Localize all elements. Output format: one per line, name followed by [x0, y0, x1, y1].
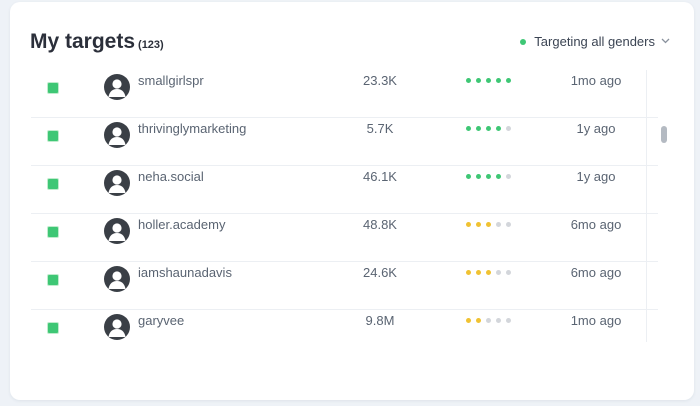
followers-count: 48.8K	[363, 216, 397, 232]
rating-dot	[496, 77, 501, 83]
rating-dot	[466, 269, 471, 275]
rating-dot	[486, 173, 491, 179]
rating-dot	[506, 317, 511, 323]
row-checkbox[interactable]	[47, 226, 59, 238]
scrollbar-thumb[interactable]	[661, 126, 667, 143]
engagement-rating	[466, 110, 516, 146]
username-link[interactable]: neha.social	[138, 158, 204, 194]
followers-count: 24.6K	[363, 264, 397, 280]
rating-dot	[466, 173, 471, 179]
targets-card: My targets (123) Targeting all genders sm…	[10, 2, 694, 400]
filter-status-dot	[520, 38, 527, 45]
row-checkbox[interactable]	[47, 274, 59, 286]
row-checkbox[interactable]	[47, 178, 59, 190]
rating-dot	[506, 269, 511, 275]
targets-count: (123)	[138, 39, 164, 51]
filter-label: Targeting all genders	[534, 34, 655, 49]
followers-count: 46.1K	[363, 168, 397, 184]
avatar	[104, 122, 130, 148]
username-link[interactable]: holler.academy	[138, 206, 225, 242]
user-icon	[108, 271, 126, 289]
username-link[interactable]: smallgirlspr	[138, 70, 204, 98]
rating-dot	[506, 125, 511, 131]
rating-dot	[496, 269, 501, 275]
username-link[interactable]: thrivinglymarketing	[138, 110, 246, 146]
scrollbar-track[interactable]	[646, 70, 659, 342]
rating-dot	[486, 77, 491, 83]
avatar	[104, 170, 130, 196]
rating-dot	[466, 317, 471, 323]
followers-count: 9.8M	[365, 312, 395, 328]
rating-dot	[476, 77, 481, 83]
user-icon	[108, 223, 126, 241]
avatar	[104, 74, 130, 100]
row-checkbox[interactable]	[47, 322, 59, 334]
followers-count: 5.7K	[366, 120, 394, 136]
username-link[interactable]: iamshaunadavis	[138, 254, 232, 290]
last-post-time: 1mo ago	[570, 312, 622, 328]
title-text: My targets	[30, 30, 136, 53]
last-post-time: 1y ago	[576, 168, 616, 184]
rating-dot	[496, 173, 501, 179]
rating-dot	[486, 125, 491, 131]
username-link[interactable]: garyvee	[138, 302, 184, 338]
engagement-rating	[466, 254, 516, 290]
engagement-rating	[466, 70, 516, 98]
rating-dot	[486, 317, 491, 323]
rating-dot	[476, 317, 481, 323]
engagement-rating	[466, 302, 516, 338]
avatar	[104, 314, 130, 340]
card-header: My targets (123) Targeting all genders	[10, 2, 694, 70]
rating-dot	[466, 77, 471, 83]
rating-dot	[476, 269, 481, 275]
chevron-down-icon	[661, 36, 670, 47]
rating-dot	[476, 125, 481, 131]
last-post-time: 1mo ago	[570, 72, 622, 88]
table-row[interactable]: garyvee 9.8M 1mo ago	[31, 310, 658, 342]
rating-dot	[476, 173, 481, 179]
rating-dot	[466, 221, 471, 227]
followers-count: 23.3K	[363, 72, 397, 88]
rating-dot	[506, 77, 511, 83]
avatar	[104, 218, 130, 244]
rating-dot	[496, 317, 501, 323]
rating-dot	[486, 269, 491, 275]
last-post-time: 6mo ago	[570, 216, 622, 232]
user-icon	[108, 79, 126, 97]
engagement-rating	[466, 206, 516, 242]
user-icon	[108, 319, 126, 337]
rating-dot	[506, 173, 511, 179]
rating-dot	[466, 125, 471, 131]
engagement-rating	[466, 158, 516, 194]
row-checkbox[interactable]	[47, 130, 59, 142]
gender-filter-dropdown[interactable]: Targeting all genders	[520, 34, 670, 49]
row-checkbox[interactable]	[47, 82, 59, 94]
user-icon	[108, 175, 126, 193]
last-post-time: 6mo ago	[570, 264, 622, 280]
rating-dot	[506, 221, 511, 227]
rating-dot	[486, 221, 491, 227]
rating-dot	[496, 125, 501, 131]
avatar	[104, 266, 130, 292]
rating-dot	[476, 221, 481, 227]
targets-list: smallgirlspr 23.3K 1mo ago thrivinglymar…	[31, 70, 658, 342]
last-post-time: 1y ago	[576, 120, 616, 136]
rating-dot	[496, 221, 501, 227]
user-icon	[108, 127, 126, 145]
page-title: My targets (123)	[30, 30, 164, 54]
